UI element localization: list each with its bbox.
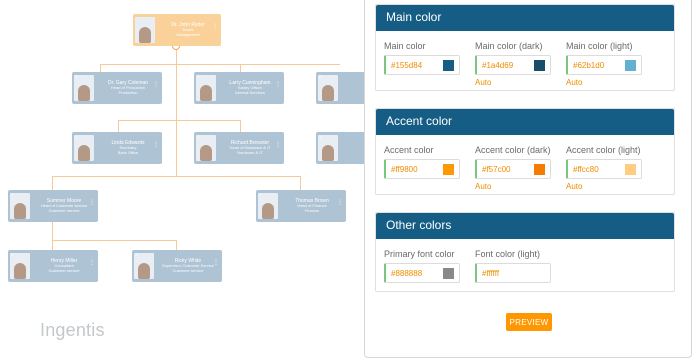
org-chart: − Dr. John Ryder Board Management ⋮ 1 Dr…: [0, 0, 364, 358]
main-color-card: Main color Main color #155d84 Main color…: [375, 4, 675, 91]
org-node[interactable]: 1 Linda Edwards Secretary Back Office ⋮: [72, 132, 162, 164]
org-node[interactable]: 1 Thomas Brown Head of Finance Finance ⋮: [256, 190, 346, 222]
org-node-root[interactable]: Dr. John Ryder Board Management ⋮: [133, 14, 221, 46]
node-menu-icon[interactable]: ⋮: [212, 24, 218, 30]
main-color-light-field: Main color (light) #62b1d0 Auto: [566, 41, 642, 87]
node-menu-icon[interactable]: ⋮: [153, 82, 159, 88]
input-value: #ff9800: [391, 165, 418, 174]
node-menu-icon[interactable]: ⋮: [213, 260, 219, 266]
color-swatch[interactable]: [443, 164, 454, 175]
org-node[interactable]: 1 Henry Miller Consultant Customer servi…: [8, 250, 98, 282]
field-label: Main color: [384, 41, 426, 51]
main-color-dark-field: Main color (dark) #1a4d69 Auto: [475, 41, 551, 87]
color-swatch[interactable]: [534, 60, 545, 71]
accent-color-input[interactable]: #ff9800: [384, 159, 460, 179]
node-dept: Customer service: [48, 207, 80, 213]
accent-color-dark-field: Accent color (dark) #f57c00 Auto: [475, 145, 551, 191]
input-value: #ffcc80: [573, 165, 599, 174]
accent-color-card: Accent color Accent color #ff9800 Accent…: [375, 108, 675, 195]
accent-color-dark-input[interactable]: #f57c00: [475, 159, 551, 179]
node-menu-icon[interactable]: ⋮: [153, 142, 159, 148]
field-label: Primary font color: [384, 249, 455, 259]
font-color-light-field: Font color (light) #ffffff: [475, 249, 551, 283]
field-label: Main color (light): [566, 41, 633, 51]
auto-label: Auto: [566, 78, 583, 87]
other-colors-card: Other colors Primary font color #888888 …: [375, 212, 675, 292]
input-value: #62b1d0: [573, 61, 605, 70]
node-dept: Customer service: [172, 267, 204, 273]
node-dept: Finance: [304, 207, 320, 213]
main-color-light-input[interactable]: #62b1d0: [566, 55, 642, 75]
accent-color-field: Accent color #ff9800: [384, 145, 460, 179]
accent-color-light-input[interactable]: #ffcc80: [566, 159, 642, 179]
node-menu-icon[interactable]: ⋮: [275, 82, 281, 88]
org-node[interactable]: 1 Dr. Gary Coleman Head of Production Pr…: [72, 72, 162, 104]
input-value: #888888: [391, 269, 423, 278]
color-swatch[interactable]: [625, 164, 636, 175]
org-node[interactable]: 1 Larry Cunningham Salary Officer Intern…: [194, 72, 284, 104]
org-node[interactable]: 1 Summer Moore Head of Customer service …: [8, 190, 98, 222]
accent-color-light-field: Accent color (light) #ffcc80 Auto: [566, 145, 642, 191]
font-color-light-input[interactable]: #ffffff: [475, 263, 551, 283]
color-swatch[interactable]: [443, 268, 454, 279]
field-label: Accent color (light): [566, 145, 641, 155]
auto-label: Auto: [475, 78, 492, 87]
auto-label: Auto: [475, 182, 492, 191]
field-label: Main color (dark): [475, 41, 543, 51]
org-node[interactable]: 1 Richard Brewster Head of Hardware & IT…: [194, 132, 284, 164]
node-menu-icon[interactable]: ⋮: [89, 200, 95, 206]
org-node[interactable]: 1: [316, 72, 364, 104]
auto-label: Auto: [566, 182, 583, 191]
primary-font-color-field: Primary font color #888888: [384, 249, 460, 283]
input-value: #ffffff: [482, 269, 500, 278]
field-label: Accent color: [384, 145, 434, 155]
node-menu-icon[interactable]: ⋮: [89, 260, 95, 266]
input-value: #155d84: [391, 61, 423, 70]
node-dept: Back Office: [117, 149, 139, 155]
field-label: Font color (light): [475, 249, 541, 259]
ingentis-logo: Ingentis: [40, 320, 105, 340]
node-dept: Internal Services: [235, 89, 265, 95]
main-color-field: Main color #155d84: [384, 41, 460, 75]
color-swatch[interactable]: [443, 60, 454, 71]
node-subtitle: Management: [176, 31, 200, 37]
org-node[interactable]: 1: [316, 132, 364, 164]
field-label: Accent color (dark): [475, 145, 551, 155]
node-dept: Production: [118, 89, 138, 95]
primary-font-color-input[interactable]: #888888: [384, 263, 460, 283]
node-dept: Customer service: [48, 267, 80, 273]
card-header: Accent color: [376, 109, 674, 135]
input-value: #1a4d69: [482, 61, 514, 70]
org-node[interactable]: 1 Ricky White Supervisor Customer Servic…: [132, 250, 222, 282]
card-header: Main color: [376, 5, 674, 31]
preview-button[interactable]: PREVIEW: [506, 313, 552, 331]
main-color-dark-input[interactable]: #1a4d69: [475, 55, 551, 75]
node-menu-icon[interactable]: ⋮: [275, 142, 281, 148]
color-swatch[interactable]: [534, 164, 545, 175]
main-color-input[interactable]: #155d84: [384, 55, 460, 75]
color-swatch[interactable]: [625, 60, 636, 71]
node-menu-icon[interactable]: ⋮: [337, 200, 343, 206]
color-settings-panel: Main color Main color #155d84 Main color…: [364, 0, 692, 358]
card-header: Other colors: [376, 213, 674, 239]
input-value: #f57c00: [482, 165, 511, 174]
node-dept: Hardware & IT: [237, 149, 263, 155]
avatar: [135, 17, 155, 43]
